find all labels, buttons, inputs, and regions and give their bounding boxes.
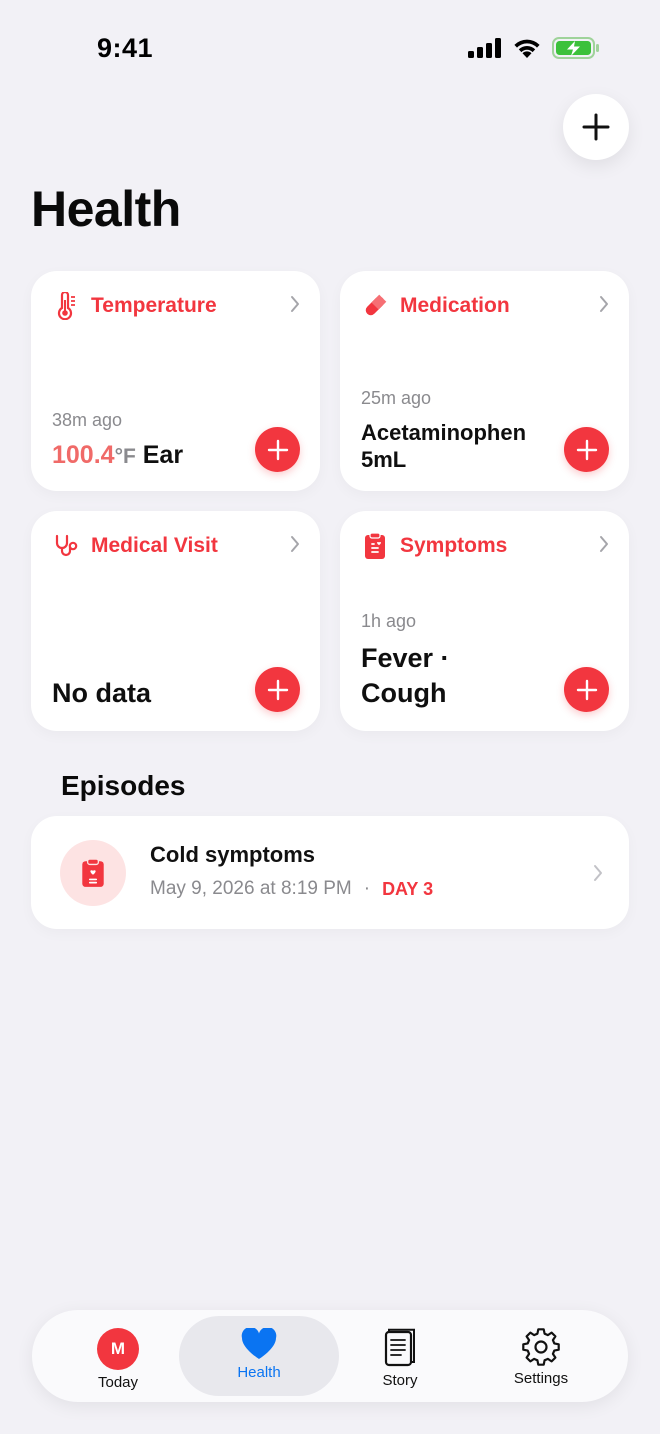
episode-day-badge: DAY 3 (382, 878, 434, 899)
status-time: 9:41 (97, 33, 154, 63)
plus-icon (267, 439, 288, 460)
card-header: Medication (362, 291, 609, 321)
temperature-value: 100.4 (52, 441, 115, 469)
episode-icon (60, 840, 126, 906)
plus-icon (576, 679, 597, 700)
card-title: Medical Visit (91, 534, 218, 557)
no-data-text: No data (52, 678, 152, 708)
wifi-icon (514, 39, 540, 58)
card-title: Medication (400, 294, 510, 317)
medication-name: Acetaminophen (361, 420, 527, 445)
add-medication-button[interactable] (564, 427, 609, 472)
card-title: Temperature (91, 294, 217, 317)
card-title: Symptoms (400, 534, 508, 557)
tab-settings[interactable]: Settings (461, 1316, 621, 1396)
temperature-unit: °F (114, 445, 136, 468)
chevron-right-icon (600, 296, 608, 312)
tab-bar: M Today Health Story Settings (32, 1310, 628, 1402)
temperature-reading: 100.4°F Ear (52, 442, 183, 470)
tab-health[interactable]: Health (179, 1316, 339, 1396)
card-header: Temperature (53, 291, 300, 321)
last-logged: 38m ago (52, 410, 123, 430)
book-icon (384, 1328, 415, 1367)
last-logged: 25m ago (361, 388, 432, 408)
avatar: M (97, 1328, 139, 1370)
add-symptoms-button[interactable] (564, 667, 609, 712)
tab-today[interactable]: M Today (38, 1316, 198, 1396)
episode-item[interactable]: Cold symptoms May 9, 2026 at 8:19 PM · D… (31, 816, 629, 929)
stethoscope-icon (53, 532, 79, 560)
add-button[interactable] (563, 94, 629, 160)
chevron-right-icon (594, 865, 602, 881)
medical-visit-card[interactable]: Medical Visit No data (31, 511, 320, 731)
medication-dose: 5mL (361, 447, 407, 472)
tab-label: Story (382, 1372, 418, 1389)
add-medical-visit-button[interactable] (255, 667, 300, 712)
symptoms-card[interactable]: Symptoms 1h ago Fever · Cough (340, 511, 629, 731)
heart-icon (241, 1328, 277, 1359)
temperature-site: Ear (142, 441, 184, 469)
card-header: Medical Visit (53, 531, 300, 561)
tab-label: Settings (513, 1370, 569, 1387)
plus-icon (267, 679, 288, 700)
chevron-right-icon (291, 296, 299, 312)
chevron-right-icon (600, 536, 608, 552)
thermometer-icon (53, 292, 79, 320)
card-header: Symptoms (362, 531, 609, 561)
signal-icon (468, 38, 501, 58)
clipboard-icon (362, 532, 388, 560)
status-bar: 9:41 (0, 0, 660, 96)
symptom-line-2: Cough (361, 678, 447, 708)
episode-meta: May 9, 2026 at 8:19 PM · DAY 3 (150, 878, 433, 900)
tab-label: Health (237, 1364, 281, 1381)
status-icons (468, 36, 600, 60)
plus-icon (576, 439, 597, 460)
tab-label: Today (97, 1374, 139, 1391)
episodes-heading: Episodes (61, 770, 186, 801)
battery-charging-icon (552, 37, 599, 59)
last-logged: 1h ago (361, 611, 417, 631)
medication-card[interactable]: Medication 25m ago Acetaminophen 5mL (340, 271, 629, 491)
episode-date: May 9, 2026 at 8:19 PM (150, 878, 352, 899)
plus-icon (582, 113, 610, 141)
chevron-right-icon (291, 536, 299, 552)
add-temperature-button[interactable] (255, 427, 300, 472)
temperature-card[interactable]: Temperature 38m ago 100.4°F Ear (31, 271, 320, 491)
tab-story[interactable]: Story (320, 1316, 480, 1396)
separator: · (363, 878, 371, 899)
pill-icon (362, 292, 388, 320)
symptom-line-1: Fever · (361, 643, 450, 673)
gear-icon (522, 1328, 560, 1366)
clipboard-icon (82, 858, 104, 887)
page-title: Health (31, 181, 181, 237)
episode-name: Cold symptoms (150, 842, 316, 867)
